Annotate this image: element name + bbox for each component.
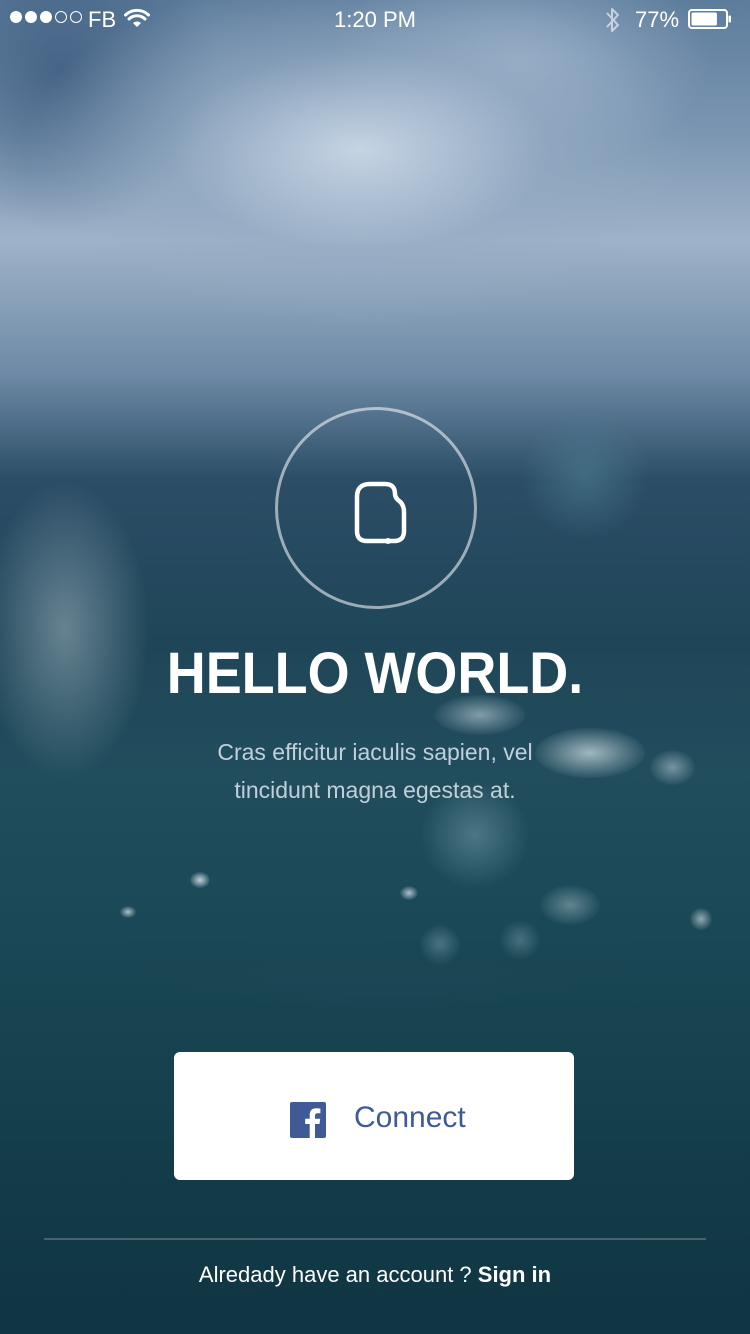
battery-icon [688,9,731,29]
subtitle: Cras efficitur iaculis sapien, vel tinci… [217,739,533,803]
bluetooth-icon [606,8,619,32]
status-bar: FB 1:20 PM 77% [0,0,750,40]
sign-in-link[interactable]: Sign in [478,1262,551,1287]
document-icon [354,481,407,544]
connect-label: Connect [354,1101,466,1134]
divider [44,1238,706,1240]
sign-in-prompt-text: Alredady have an account ? [198,1262,478,1287]
page-title: HELLO WORLD. [166,641,584,706]
battery-percent: 77% [635,7,680,32]
facebook-connect-button[interactable]: Connect [174,1052,574,1180]
sign-in-prompt: Alredady have an account ? Sign in [0,1262,750,1288]
background-photo: FB 1:20 PM 77% HELLO WORLD. Cras efficit… [0,0,750,1334]
facebook-icon [290,1102,326,1138]
